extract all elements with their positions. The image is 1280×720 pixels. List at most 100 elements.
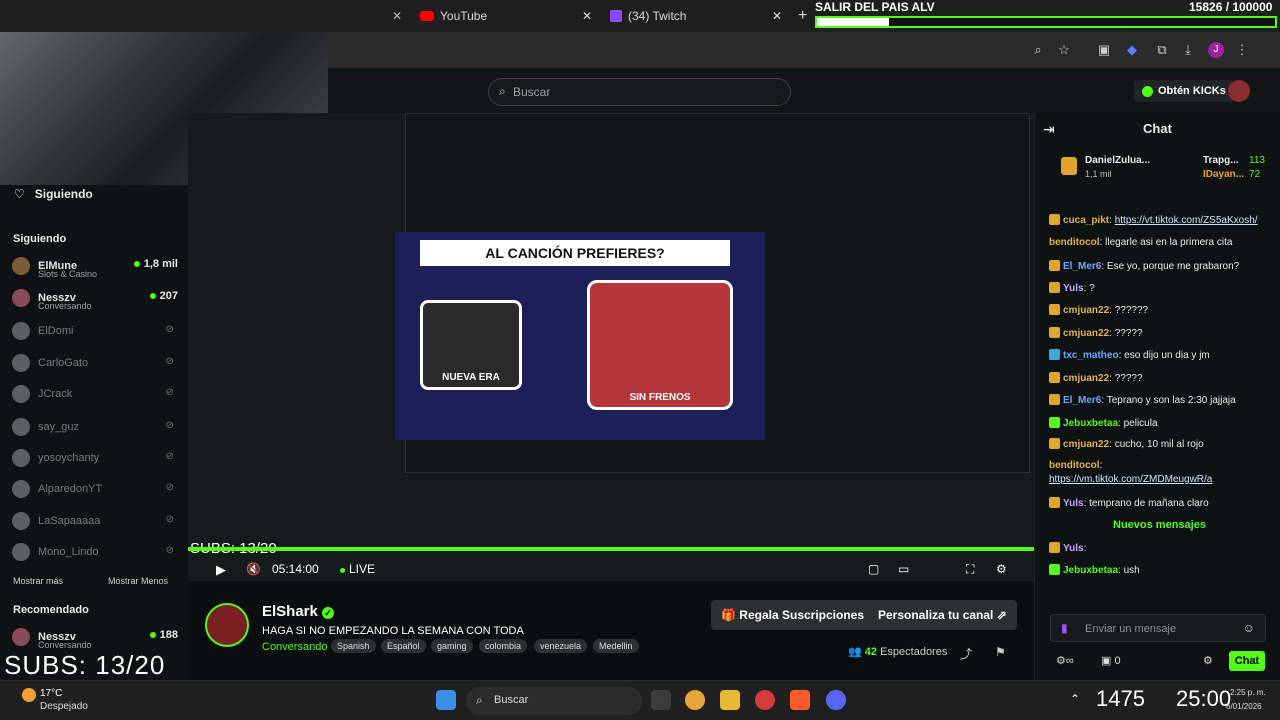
download-icon[interactable]: ⤓ bbox=[1180, 42, 1196, 58]
stream-category[interactable]: Conversando bbox=[262, 641, 327, 653]
show-more-link[interactable]: Mostrar más bbox=[13, 576, 63, 586]
new-tab-button[interactable]: + bbox=[798, 4, 807, 28]
show-less-link[interactable]: Mostrar Menos bbox=[108, 576, 168, 586]
chat-input[interactable]: ▮ Enviar un mensaje ☺ bbox=[1050, 614, 1266, 642]
settings-gear-icon[interactable]: ⚙ bbox=[996, 562, 1007, 576]
play-icon[interactable]: ▶ bbox=[216, 562, 226, 578]
tab-close-icon[interactable]: ✕ bbox=[772, 4, 782, 28]
youtube-icon bbox=[420, 11, 434, 21]
mic-icon[interactable]: ▮ bbox=[1061, 621, 1068, 635]
tab-close-icon[interactable]: ✕ bbox=[582, 4, 592, 28]
chat-message: benditocol: llegarle asi en la primera c… bbox=[1049, 237, 1233, 248]
browser-toolbar: ⌕ ☆ ▣ ◆ ⧉ ⤓ J ⋮ bbox=[328, 32, 1280, 68]
search-icon: ⌕ bbox=[499, 84, 506, 98]
customize-channel-button[interactable]: Personaliza tu canal ⇗ bbox=[868, 600, 1017, 630]
avatar bbox=[12, 480, 30, 498]
miniplayer-icon[interactable]: ▢ bbox=[868, 562, 879, 576]
mute-icon[interactable]: 🔇 bbox=[246, 562, 261, 576]
sidebar-item-jcrack[interactable]: JCrack ⊘ bbox=[12, 383, 182, 405]
search-placeholder: Buscar bbox=[513, 85, 551, 99]
bookmark-star-icon[interactable]: ☆ bbox=[1056, 42, 1072, 58]
sidebar-item-mono-lindo[interactable]: Mono_Lindo ⊘ bbox=[12, 541, 182, 563]
channel-avatar[interactable] bbox=[205, 603, 249, 647]
sidebar-item-nesszv[interactable]: Nesszv Conversando 207 bbox=[12, 287, 182, 311]
stream-progress-bar[interactable] bbox=[188, 547, 1034, 551]
user-avatar[interactable] bbox=[1228, 80, 1250, 102]
tag-medellin[interactable]: Medellin bbox=[593, 639, 639, 653]
fullscreen-icon[interactable]: ⛶ bbox=[966, 562, 974, 577]
tab-youtube[interactable]: YouTube bbox=[420, 4, 487, 28]
weather-temp[interactable]: 17°C bbox=[40, 688, 62, 699]
clock-date[interactable]: 6/01/2026 bbox=[1226, 702, 1262, 711]
verified-icon: ✓ bbox=[322, 607, 335, 619]
taskbar-search[interactable]: ⌕ Buscar bbox=[466, 687, 642, 715]
player-controls: ▶ 🔇 05:14:00 LIVE ▢ ▭ ⛶ ⚙ bbox=[188, 556, 1034, 584]
live-dot-icon bbox=[340, 568, 345, 573]
get-kicks-button[interactable]: Obtén KICKs bbox=[1134, 80, 1234, 102]
sidebar: ♡ Siguiendo Siguiendo ElMune Slots & Cas… bbox=[0, 185, 188, 680]
points-icon[interactable]: ⚙∞ bbox=[1056, 654, 1074, 667]
tag-spanish[interactable]: Spanish bbox=[331, 639, 376, 653]
file-explorer-icon[interactable] bbox=[720, 690, 740, 710]
windows-start-icon[interactable] bbox=[436, 690, 456, 710]
channel-name[interactable]: ElShark ✓ bbox=[262, 603, 335, 620]
profile-icon[interactable]: J bbox=[1208, 42, 1224, 58]
weather-desc[interactable]: Despejado bbox=[40, 701, 88, 712]
live-dot-icon bbox=[149, 632, 156, 638]
avatar bbox=[12, 354, 30, 372]
kick-coin-icon bbox=[1142, 85, 1153, 97]
tab-twitch[interactable]: (34) Twitch bbox=[610, 4, 686, 28]
goal-count: 15826 / 100000 bbox=[1189, 0, 1273, 14]
sidebar-item-elmune[interactable]: ElMune Slots & Casino 1,8 mil bbox=[12, 255, 182, 279]
chat-send-button[interactable]: Chat bbox=[1229, 651, 1265, 671]
sidebar-item-carlogato[interactable]: CarloGato ⊘ bbox=[12, 352, 182, 374]
theater-icon[interactable]: ▭ bbox=[898, 562, 909, 576]
search-input[interactable]: ⌕ Buscar bbox=[488, 78, 791, 106]
tag-colombia[interactable]: colombia bbox=[479, 639, 528, 653]
stream-title: HAGA SI NO EMPEZANDO LA SEMANA CON TODA bbox=[262, 625, 524, 637]
chat-message: cmjuan22: cucho, 10 mil al rojo bbox=[1049, 438, 1204, 450]
avatar bbox=[12, 628, 30, 646]
chat-message: benditocol: bbox=[1049, 460, 1103, 471]
offline-icon: ⊘ bbox=[165, 451, 174, 462]
zoom-icon[interactable]: ⌕ bbox=[1030, 42, 1046, 58]
sidebar-item-eldomi[interactable]: ElDomi ⊘ bbox=[12, 320, 182, 342]
discord-icon[interactable] bbox=[826, 690, 846, 710]
sidebar-item-alparedonyt[interactable]: AlparedonYT ⊘ bbox=[12, 478, 182, 500]
tag-gaming[interactable]: gaming bbox=[431, 639, 473, 653]
goal-progress-bar bbox=[815, 16, 1277, 28]
extension-icon[interactable]: ◆ bbox=[1124, 42, 1140, 58]
clock-time[interactable]: 2:25 p. m. bbox=[1230, 688, 1266, 697]
emoji-icon[interactable]: ☺ bbox=[1243, 621, 1255, 635]
tag-espanol[interactable]: Español bbox=[381, 639, 426, 653]
badge-icon bbox=[1049, 214, 1060, 225]
crown-icon bbox=[1061, 157, 1077, 175]
cast-icon[interactable]: ▣ bbox=[1096, 42, 1112, 58]
chat-message: Yuls: temprano de mañana claro bbox=[1049, 497, 1209, 509]
extensions-puzzle-icon[interactable]: ⧉ bbox=[1154, 42, 1170, 58]
brave-icon[interactable] bbox=[790, 690, 810, 710]
badge-icon bbox=[1049, 282, 1060, 293]
sidebar-item-lasapaaaaa[interactable]: LaSapaaaaa ⊘ bbox=[12, 510, 182, 532]
share-icon[interactable]: ⤴ bbox=[960, 645, 972, 662]
obs-icon[interactable] bbox=[755, 690, 775, 710]
badge-icon bbox=[1049, 349, 1060, 360]
sidebar-item-say-guz[interactable]: say_guz ⊘ bbox=[12, 416, 182, 438]
tag-venezuela[interactable]: venezuela bbox=[534, 639, 588, 653]
weather-sun-icon bbox=[22, 688, 36, 702]
tab-close-icon[interactable]: ✕ bbox=[392, 4, 402, 28]
chrome-icon[interactable] bbox=[685, 690, 705, 710]
chat-message: Yuls: bbox=[1049, 542, 1086, 554]
sidebar-item-recommended-nesszv[interactable]: Nesszv Conversando 188 bbox=[12, 626, 182, 650]
chat-settings-gear-icon[interactable]: ⚙ bbox=[1203, 654, 1213, 667]
gift-subs-button[interactable]: 🎁 Regala Suscripciones bbox=[711, 600, 875, 630]
sidebar-item-yosoychanty[interactable]: yosoychanty ⊘ bbox=[12, 447, 182, 469]
menu-kebab-icon[interactable]: ⋮ bbox=[1234, 42, 1250, 58]
chat-message: cmjuan22: ?????? bbox=[1049, 304, 1148, 316]
goal-progress-fill bbox=[817, 18, 890, 26]
task-view-icon[interactable] bbox=[651, 690, 671, 710]
tray-chevron-icon[interactable]: ⌃ bbox=[1070, 692, 1080, 706]
users-icon: 👥 bbox=[848, 646, 862, 658]
new-messages-divider[interactable]: Nuevos mensajes bbox=[1113, 519, 1206, 531]
report-flag-icon[interactable]: ⚑ bbox=[995, 645, 1006, 659]
